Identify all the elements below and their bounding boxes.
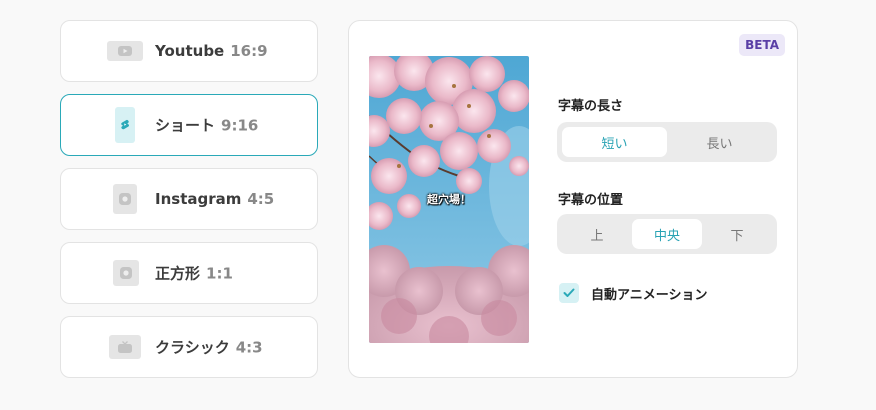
position-top-button[interactable]: 上 (562, 219, 632, 249)
ratio-option-square[interactable]: 正方形 1:1 (60, 242, 318, 304)
ratio-value: 1:1 (206, 264, 233, 283)
ratio-option-shorts[interactable]: ショート 9:16 (60, 94, 318, 156)
subtitle-length-label: 字幕の長さ (558, 99, 624, 114)
square-icon (113, 260, 139, 286)
ratio-option-text: Instagram 4:5 (155, 190, 274, 208)
youtube-icon (107, 41, 143, 61)
ratio-label: Instagram (155, 190, 242, 208)
position-bottom-button[interactable]: 下 (702, 219, 772, 249)
auto-animation-checkbox[interactable] (559, 283, 579, 303)
ratio-option-instagram[interactable]: Instagram 4:5 (60, 168, 318, 230)
ratio-option-text: ショート 9:16 (155, 115, 258, 136)
ratio-option-text: クラシック 4:3 (155, 337, 263, 358)
instagram-icon (113, 184, 137, 214)
video-preview[interactable]: 超穴場！ (369, 56, 529, 343)
subtitle-settings-panel: BETA 超穴場！ 字幕の長さ 短い 長い 字幕の位置 上 中央 下 自動アニメ… (348, 20, 798, 378)
ratio-value: 16:9 (230, 42, 268, 60)
shorts-icon (115, 107, 135, 143)
ratio-value: 4:3 (235, 338, 263, 357)
ratio-label: Youtube (155, 42, 225, 60)
subtitle-length-toggle: 短い 長い (557, 122, 777, 162)
ratio-option-classic[interactable]: クラシック 4:3 (60, 316, 318, 378)
auto-animation-label: 自動アニメーション (591, 287, 708, 303)
preview-caption: 超穴場！ (427, 193, 471, 206)
ratio-value: 9:16 (221, 116, 259, 135)
auto-animation-row: 自動アニメーション (559, 283, 707, 303)
ratio-option-youtube[interactable]: Youtube 16:9 (60, 20, 318, 82)
length-long-button[interactable]: 長い (667, 127, 772, 157)
ratio-option-text: Youtube 16:9 (155, 42, 268, 60)
tv-icon (109, 335, 141, 359)
ratio-value: 4:5 (247, 190, 275, 208)
subtitle-position-label: 字幕の位置 (558, 193, 624, 208)
ratio-label: クラシック (155, 338, 230, 357)
ratio-label: 正方形 (155, 264, 201, 283)
beta-badge: BETA (739, 34, 785, 56)
ratio-label: ショート (155, 116, 216, 135)
checkmark-icon (563, 288, 575, 297)
ratio-option-text: 正方形 1:1 (155, 263, 233, 284)
position-center-button[interactable]: 中央 (632, 219, 702, 249)
subtitle-position-toggle: 上 中央 下 (557, 214, 777, 254)
length-short-button[interactable]: 短い (562, 127, 667, 157)
